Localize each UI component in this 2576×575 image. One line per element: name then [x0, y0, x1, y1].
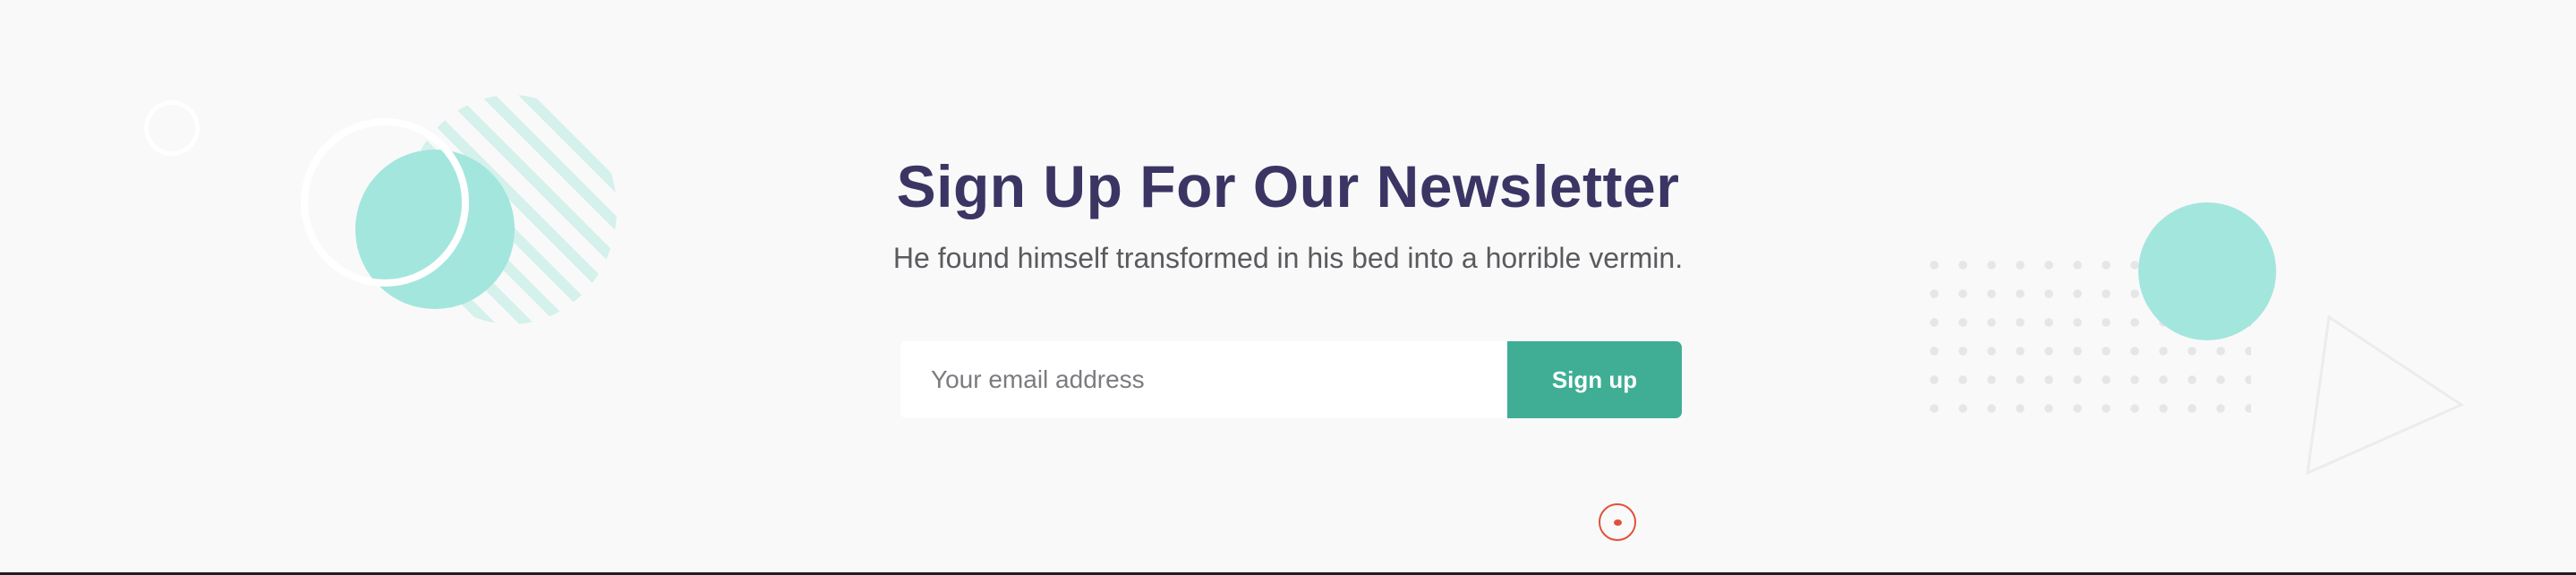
newsletter-form: Sign up	[900, 341, 1682, 418]
scroll-indicator-dot	[1613, 519, 1622, 526]
decorative-triangle-outline	[2306, 314, 2465, 476]
email-input[interactable]	[900, 341, 1507, 418]
newsletter-title: Sign Up For Our Newsletter	[896, 153, 1680, 219]
signup-button[interactable]: Sign up	[1507, 341, 1682, 418]
newsletter-subtitle: He found himself transformed in his bed …	[892, 242, 1684, 274]
decorative-small-ring	[144, 100, 200, 156]
scroll-down-indicator-icon[interactable]	[1599, 503, 1636, 541]
